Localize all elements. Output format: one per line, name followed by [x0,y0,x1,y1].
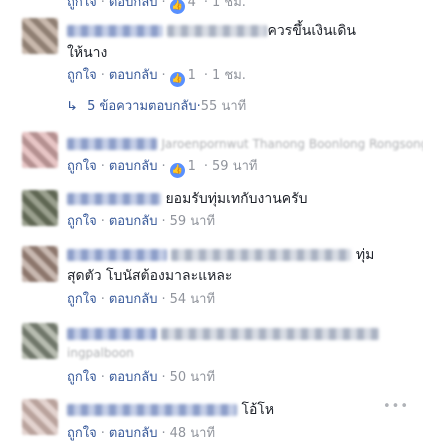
comment-time[interactable]: 54 นาที [170,292,215,307]
redacted-text [171,249,352,261]
comment-time[interactable]: 1 ชม. [212,0,246,10]
avatar[interactable] [22,323,58,359]
comment-text: Jaroenpornwut Thanong Boonlong Rongsongb… [161,137,423,151]
comment-text: โอ้โห [241,402,275,418]
comment-time[interactable]: 1 ชม. [212,68,246,83]
comment-actions: ถูกใจ · ตอบกลับ · 59 นาที [67,214,216,229]
avatar[interactable] [22,190,58,226]
like-count: 1 [187,68,196,83]
commenter-name[interactable] [67,404,237,416]
comment-time[interactable]: 59 นาที [170,214,215,229]
more-options-icon[interactable]: ••• [383,399,409,414]
comment-text-line-2: ingpalboon [67,346,134,360]
comment-text-line-2: สุดตัว โบนัสต้องมาละแหละ [67,268,233,284]
comment-time[interactable]: 59 นาที [212,159,257,174]
replies-time: 55 นาที [200,99,247,114]
thumbs-up-icon: 👍 [169,72,185,87]
redacted-text [167,25,268,37]
view-replies-link[interactable]: ↳ 5 ข้อความตอบกลับ·55 นาที [65,97,247,116]
commenter-name[interactable] [67,328,157,340]
comment-text: ทุ่ม [355,247,375,263]
thumbs-up-icon: 👍 [169,163,185,178]
comment-time[interactable]: 48 นาที [170,426,215,441]
commenter-name[interactable] [67,25,163,37]
reply-link[interactable]: ตอบกลับ [109,370,158,385]
reply-link[interactable]: ตอบกลับ [109,0,158,10]
comment-text-line: ควรขึ้นเงินเดิน [67,22,356,40]
comment-actions: ถูกใจ · ตอบกลับ · 👍 1 · 59 นาที [67,158,257,178]
avatar[interactable] [22,246,58,282]
like-link[interactable]: ถูกใจ [67,292,97,307]
like-count: 4 [187,0,196,10]
reply-link[interactable]: ตอบกลับ [109,68,158,83]
like-count: 1 [187,159,196,174]
comment-actions: ถูกใจ · ตอบกลับ · 54 นาที [67,292,216,307]
avatar[interactable] [22,132,58,168]
comment-text-line-2: ให้นาง [67,45,108,61]
reply-link[interactable]: ตอบกลับ [109,159,158,174]
reply-link[interactable]: ตอบกลับ [109,426,158,441]
comment-text-line: โอ้โห [67,401,274,419]
avatar[interactable] [22,399,58,435]
avatar[interactable] [22,18,58,54]
commenter-name[interactable] [67,138,157,150]
like-link[interactable]: ถูกใจ [67,0,97,10]
comment-actions: ถูกใจ · ตอบกลับ · 👍 4 · 1 ชม. [67,0,246,14]
thumbs-up-icon: 👍 [169,0,185,14]
commenter-name[interactable] [67,249,167,261]
comment-text: ยอมรับทุ่มเทกับงานครับ [165,191,308,207]
reply-arrow-icon: ↳ [65,99,79,113]
reply-link[interactable]: ตอบกลับ [109,214,158,229]
comment-actions: ถูกใจ · ตอบกลับ · 48 นาที [67,426,216,441]
like-link[interactable]: ถูกใจ [67,426,97,441]
comment-actions: ถูกใจ · ตอบกลับ · 👍 1 · 1 ชม. [67,67,246,87]
comment-text: ควรขึ้นเงินเดิน [267,23,356,39]
like-link[interactable]: ถูกใจ [67,370,97,385]
comment-time[interactable]: 50 นาที [170,370,215,385]
like-link[interactable]: ถูกใจ [67,68,97,83]
comment-actions: ถูกใจ · ตอบกลับ · 50 นาที [67,370,216,385]
like-link[interactable]: ถูกใจ [67,214,97,229]
comment-text-line: ทุ่ม [67,246,374,264]
comment-text-line [67,325,380,343]
like-link[interactable]: ถูกใจ [67,159,97,174]
comment-text-line: Jaroenpornwut Thanong Boonlong Rongsongb… [67,135,423,153]
reply-link[interactable]: ตอบกลับ [109,292,158,307]
replies-count-label[interactable]: 5 ข้อความตอบกลับ [87,99,197,114]
commenter-name[interactable] [67,193,161,205]
redacted-text [161,328,380,340]
comment-text-line: ยอมรับทุ่มเทกับงานครับ [67,190,308,208]
